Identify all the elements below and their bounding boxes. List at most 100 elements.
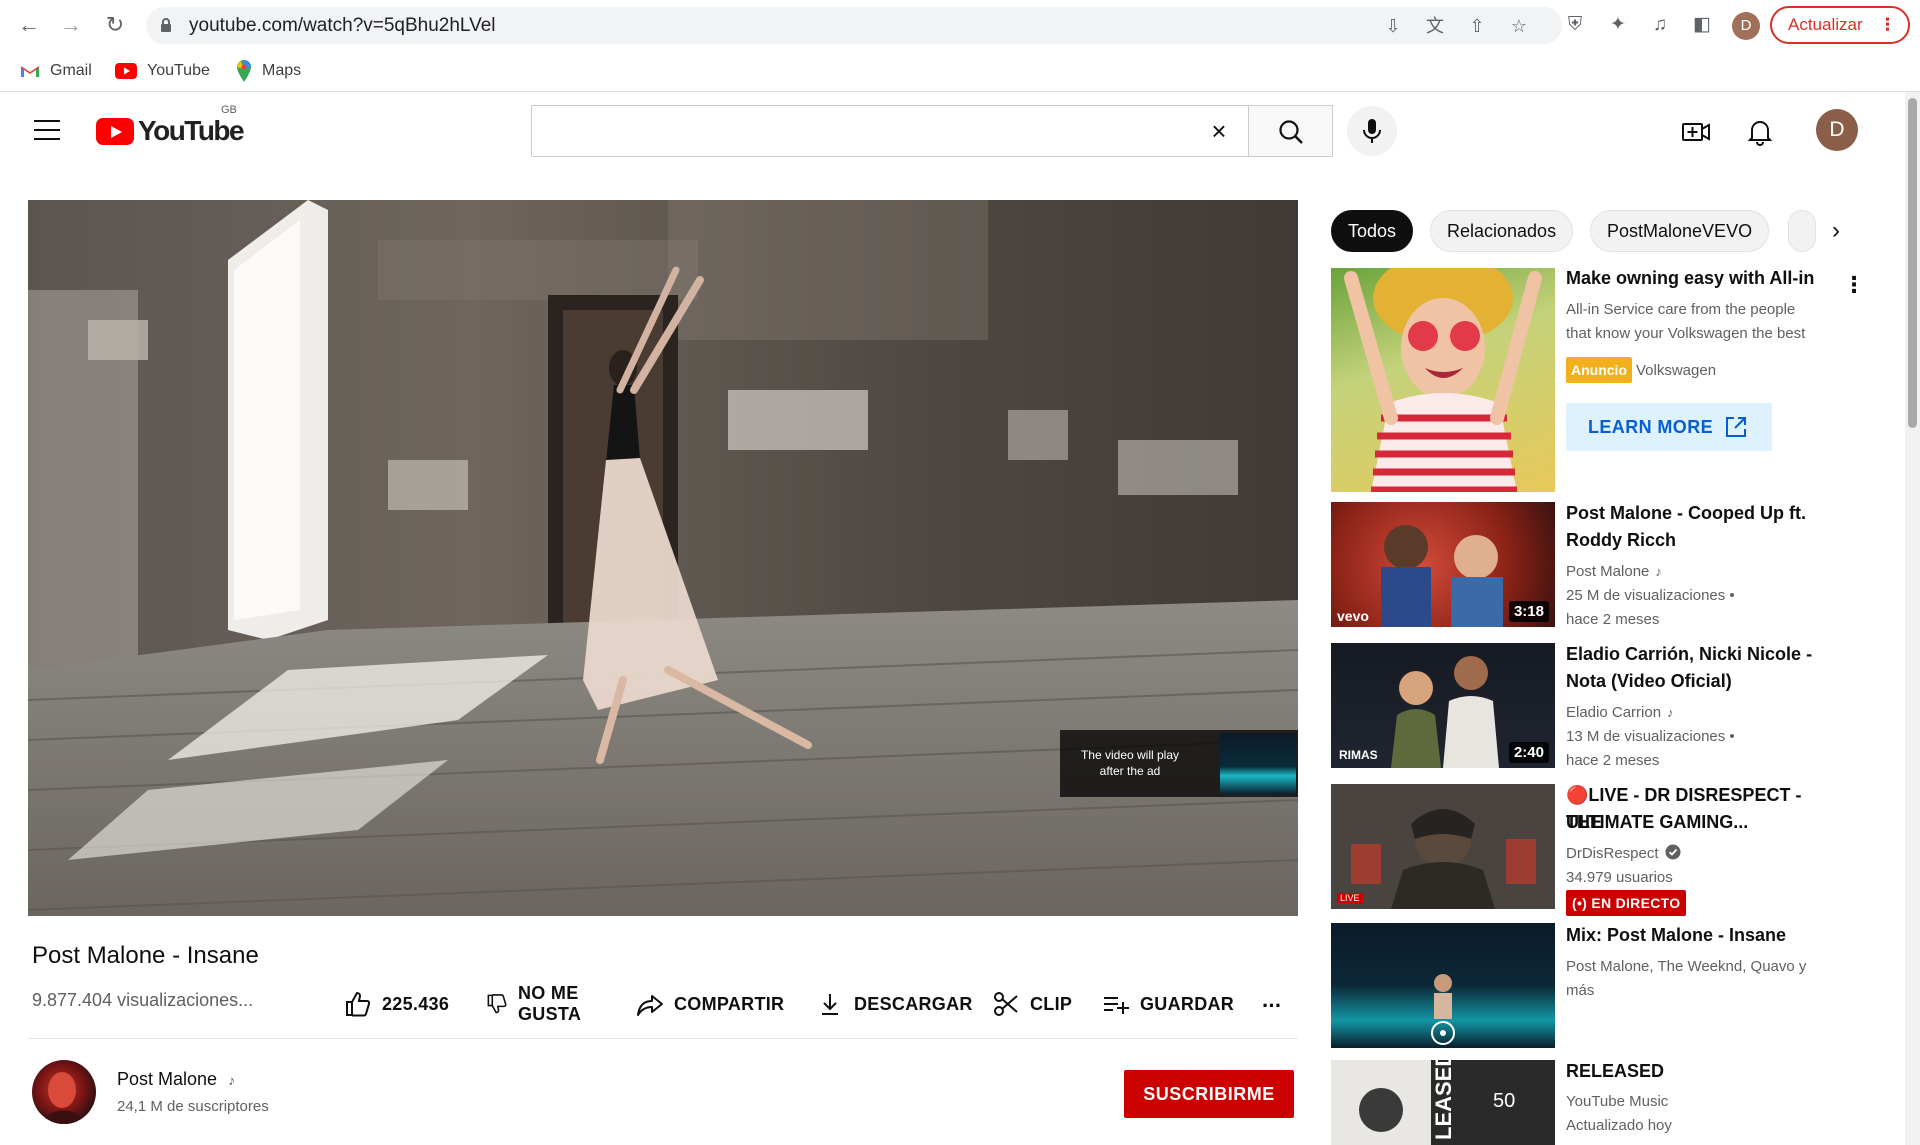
rec-title-1-line1[interactable]: Post Malone - Cooped Up ft. (1566, 500, 1836, 527)
microphone-icon (1363, 119, 1381, 143)
rec-thumbnail-4[interactable] (1331, 923, 1555, 1048)
video-player[interactable]: The video will play after the ad (28, 200, 1298, 916)
ad-more-options-icon[interactable]: ⋮ (1842, 270, 1866, 300)
channel-name-text: Post Malone (117, 1069, 218, 1089)
create-video-icon[interactable] (1680, 116, 1712, 148)
browser-toolbar: ← → ↻ youtube.com/watch?v=5qBhu2hLVel ⇩ … (0, 0, 1920, 50)
youtube-play-logo-icon (96, 118, 134, 145)
subscribe-button[interactable]: SUSCRIBIRME (1124, 1070, 1294, 1118)
rec-age-1: hace 2 meses (1566, 611, 1660, 628)
chevron-right-icon[interactable]: › (1820, 215, 1852, 247)
dislike-label-line1: NO ME (518, 983, 579, 1003)
video-frame-ballet-dancer (28, 200, 1298, 916)
share-arrow-icon (637, 995, 663, 1016)
rec-viewers-3: 34.979 usuarios (1566, 869, 1673, 886)
search-box: × (531, 105, 1249, 157)
ad-thumbnail-image (1344, 268, 1542, 492)
rec-title-4[interactable]: Mix: Post Malone - Insane (1566, 922, 1836, 949)
subscriber-count: 24,1 M de suscriptores (117, 1098, 269, 1115)
playlist-count: 50 (1493, 1090, 1516, 1112)
voice-search-button[interactable] (1347, 106, 1397, 156)
scissors-icon (994, 992, 1018, 1016)
divider (28, 1038, 1298, 1039)
like-button[interactable]: 225.436 (344, 984, 449, 1024)
youtube-logo[interactable]: YouTube GB (96, 104, 245, 146)
forward-icon[interactable]: → (58, 12, 84, 38)
rimas-watermark: RIMAS (1339, 748, 1378, 762)
rec-channel-3-name: DrDisRespect (1566, 845, 1659, 862)
page-scrollbar[interactable] (1905, 92, 1920, 1145)
lock-icon (161, 18, 171, 32)
rec-title-2-line1[interactable]: Eladio Carrión, Nicki Nicole - (1566, 641, 1836, 668)
media-control-icon[interactable]: ♫ (1648, 13, 1672, 37)
scrollbar-thumb[interactable] (1908, 98, 1917, 428)
clip-button[interactable]: CLIP (992, 984, 1072, 1024)
bookmark-gmail-label: Gmail (50, 62, 92, 79)
channel-avatar-image (42, 1072, 86, 1124)
rec-title-1-line2[interactable]: Roddy Ricch (1566, 527, 1836, 554)
ad-skip-preview[interactable]: The video will play after the ad (1060, 730, 1298, 797)
more-actions-icon: ... (1262, 987, 1282, 1012)
ad-thumbnail[interactable] (1331, 268, 1555, 492)
view-count[interactable]: 9.877.404 visualizaciones... (32, 990, 253, 1011)
bookmark-gmail[interactable]: Gmail (20, 60, 92, 82)
music-note-icon: ♪ (228, 1072, 236, 1088)
ad-title[interactable]: Make owning easy with All-in (1566, 265, 1836, 292)
dislike-label-line2: GUSTA (518, 1004, 582, 1024)
rec-channel-2[interactable]: Eladio Carrion ♪ (1566, 701, 1846, 725)
chip-todos[interactable]: Todos (1331, 210, 1414, 252)
bookmarks-bar: Gmail YouTube Maps (0, 50, 1920, 92)
rec-thumbnail-5[interactable]: LEASED 50 (1331, 1060, 1555, 1145)
account-avatar[interactable]: D (1816, 109, 1858, 151)
external-link-icon (1726, 417, 1746, 437)
chip-partial[interactable] (1788, 210, 1816, 252)
share-button[interactable]: COMPARTIR (636, 984, 784, 1024)
channel-name[interactable]: Post Malone ♪ (117, 1069, 235, 1090)
channel-avatar[interactable] (32, 1060, 96, 1124)
menu-hamburger-icon[interactable] (34, 120, 60, 140)
bookmark-maps[interactable]: Maps (236, 60, 301, 82)
video-title: Post Malone - Insane (32, 942, 259, 969)
address-bar[interactable]: youtube.com/watch?v=5qBhu2hLVel ⇩ 文 ⇧ ☆ (146, 7, 1562, 44)
rec-channel-1[interactable]: Post Malone ♪ (1566, 560, 1846, 584)
update-button[interactable]: Actualizar ⋮ (1770, 6, 1910, 44)
chip-relacionados[interactable]: Relacionados (1430, 210, 1574, 252)
share-icon[interactable]: ⇧ (1466, 15, 1488, 37)
rec-channel-3[interactable]: DrDisRespect (1566, 842, 1846, 866)
rec-playlist-owner: YouTube Music (1566, 1093, 1669, 1110)
rec-title-5[interactable]: RELEASED (1566, 1058, 1836, 1085)
bookmark-youtube[interactable]: YouTube (115, 60, 210, 82)
save-button[interactable]: GUARDAR (1102, 984, 1234, 1024)
gmail-icon (21, 65, 39, 77)
extensions-puzzle-icon[interactable]: ✦ (1606, 13, 1630, 37)
dislike-button[interactable]: NO ME GUSTA (486, 983, 582, 1024)
rec-age-2: hace 2 meses (1566, 752, 1660, 769)
bookmark-star-icon[interactable]: ☆ (1508, 15, 1530, 37)
rec-thumbnail-2[interactable]: RIMAS 2:40 (1331, 643, 1555, 768)
shield-extension-icon[interactable]: ⛨ (1563, 13, 1587, 37)
side-panel-icon[interactable]: ◧ (1690, 13, 1714, 37)
back-icon[interactable]: ← (16, 12, 42, 38)
rec-mix-artists: Post Malone, The Weeknd, Quavo y (1566, 958, 1807, 975)
rec-title-3-line2[interactable]: ULTIMATE GAMING... (1566, 809, 1836, 836)
rec-thumbnail-1[interactable]: vevo 3:18 (1331, 502, 1555, 627)
learn-more-button[interactable]: LEARN MORE (1566, 403, 1772, 451)
youtube-icon (115, 62, 137, 79)
rec-title-2-line2[interactable]: Nota (Video Oficial) (1566, 668, 1836, 695)
install-icon[interactable]: ⇩ (1382, 15, 1404, 37)
search-input[interactable] (542, 114, 1182, 148)
search-button[interactable] (1249, 105, 1333, 157)
browser-profile-avatar[interactable]: D (1732, 12, 1760, 40)
share-label: COMPARTIR (674, 993, 785, 1014)
more-actions-button[interactable]: ... (1262, 980, 1281, 1020)
reload-icon[interactable]: ↻ (102, 12, 128, 38)
download-button[interactable]: DESCARGAR (816, 984, 973, 1024)
chip-postmalonevevo[interactable]: PostMaloneVEVO (1590, 210, 1770, 252)
verified-check-icon (1665, 844, 1681, 860)
ad-overlay-text: The video will play after the ad (1080, 748, 1180, 778)
translate-icon[interactable]: 文 (1424, 15, 1446, 37)
live-thumb-tag: LIVE (1337, 893, 1363, 903)
clear-search-icon[interactable]: × (1206, 118, 1232, 144)
rec-thumbnail-3[interactable]: LIVE (1331, 784, 1555, 909)
notifications-bell-icon[interactable] (1744, 116, 1776, 148)
